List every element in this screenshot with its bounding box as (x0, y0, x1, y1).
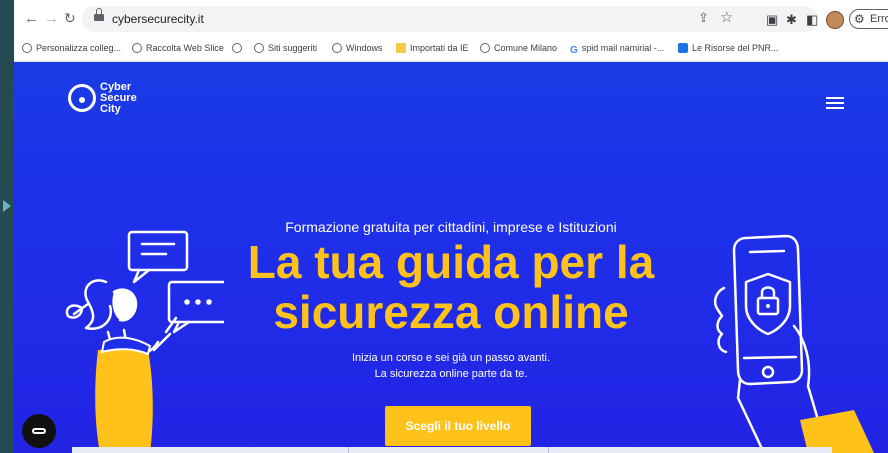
web-page: Cyber Secure City Formazione gratuita pe… (14, 62, 888, 453)
accessibility-toggle-icon[interactable] (22, 414, 56, 448)
error-label: Errore (870, 13, 888, 25)
hamburger-menu-icon[interactable] (826, 97, 844, 109)
bottom-card-strip (72, 447, 832, 453)
bookmark-item[interactable]: Gspid mail namirial -... (570, 43, 664, 56)
error-button[interactable]: ⚙ Errore (849, 9, 888, 29)
bookmark-item[interactable]: Comune Milano (480, 43, 557, 53)
share-icon[interactable]: ⇪ (698, 10, 709, 26)
play-arrow-icon (3, 200, 11, 212)
globe-icon (132, 43, 142, 53)
globe-icon (22, 43, 32, 53)
back-icon[interactable]: ← (24, 10, 39, 27)
google-icon: G (570, 45, 578, 56)
bookmark-item[interactable]: Le Risorse del PNR... (678, 43, 779, 53)
desktop-edge (0, 0, 14, 453)
side-panel-icon[interactable]: ◧ (806, 12, 818, 28)
globe-icon (254, 43, 264, 53)
bookmark-item[interactable]: Raccolta Web Slice (132, 43, 224, 53)
folder-icon (396, 43, 406, 53)
lock-icon[interactable] (94, 8, 104, 21)
globe-icon (232, 43, 242, 53)
divider (548, 447, 549, 453)
bookmark-item[interactable]: Windows (332, 43, 383, 53)
choose-level-button[interactable]: Scegli il tuo livello (385, 406, 531, 446)
profile-avatar[interactable] (826, 11, 844, 29)
bookmarks-bar: Personalizza colleg... Raccolta Web Slic… (14, 37, 888, 62)
logo-text: Cyber Secure City (100, 81, 137, 115)
blue-square-icon (678, 43, 688, 53)
extension-icon[interactable]: ▣ (766, 12, 778, 28)
divider (348, 447, 349, 453)
bookmark-folder[interactable]: Importati da IE (396, 43, 469, 53)
reload-icon[interactable]: ↻ (64, 10, 76, 27)
hero-tagline: Inizia un corso e sei già un passo avant… (351, 352, 551, 380)
headline-line: sicurezza online (273, 286, 629, 338)
globe-icon (332, 43, 342, 53)
bookmark-item[interactable]: Personalizza colleg... (22, 43, 121, 53)
browser-window: ← → ↻ cybersecurecity.it ⇪ ☆ ▣ ✱ ◧ ⚙ Err… (14, 0, 888, 453)
gear-icon: ⚙ (854, 12, 865, 26)
logo-ring-icon (68, 84, 96, 112)
globe-icon (480, 43, 490, 53)
hero-headline: La tua guida per la sicurezza online (14, 237, 888, 337)
headline-line: La tua guida per la (247, 236, 655, 288)
browser-toolbar: ← → ↻ cybersecurecity.it ⇪ ☆ ▣ ✱ ◧ ⚙ Err… (14, 0, 888, 37)
puzzle-extensions-icon[interactable]: ✱ (786, 12, 797, 28)
bookmark-star-icon[interactable]: ☆ (720, 8, 733, 26)
hero-subtitle: Formazione gratuita per cittadini, impre… (285, 219, 617, 235)
bookmark-item[interactable] (232, 43, 246, 53)
forward-icon[interactable]: → (44, 10, 59, 27)
url-text[interactable]: cybersecurecity.it (112, 12, 204, 26)
bookmark-item[interactable]: Siti suggeriti (254, 43, 317, 53)
address-bar[interactable]: cybersecurecity.it ⇪ ☆ (82, 6, 818, 32)
